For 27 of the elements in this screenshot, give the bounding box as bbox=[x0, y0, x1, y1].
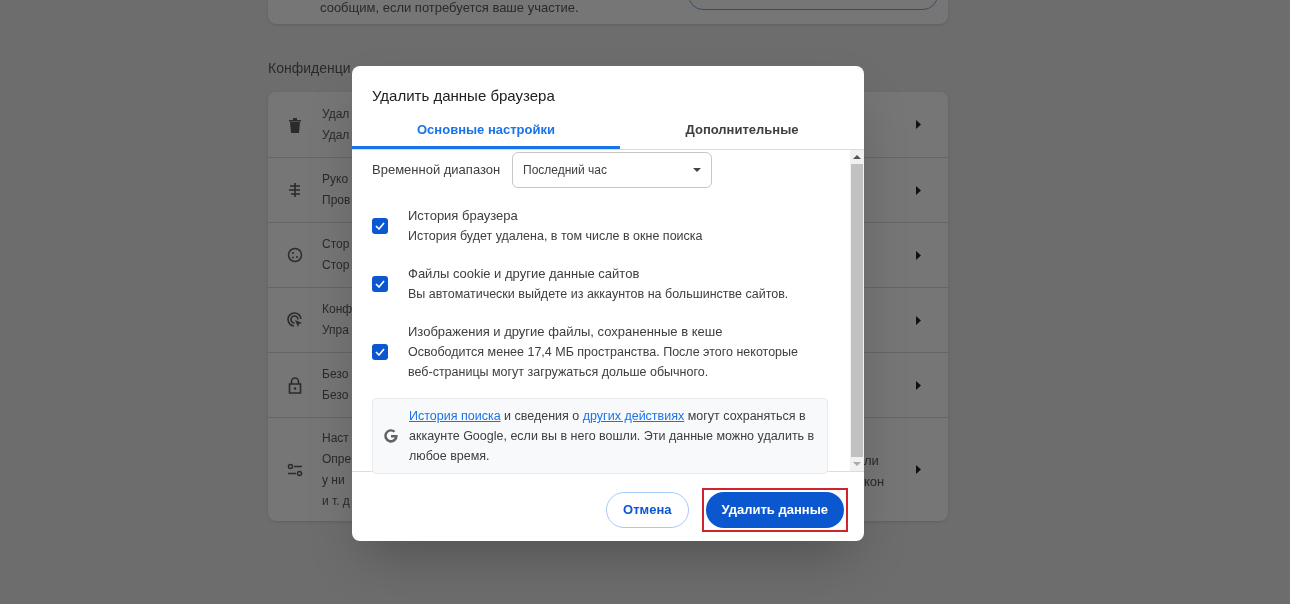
option-title: Файлы cookie и другие данные сайтов bbox=[408, 265, 641, 283]
option-description: Освободится менее 17,4 МБ пространства. После этого некоторые веб-страницы могут загружаться дольше обычного. bbox=[408, 344, 799, 381]
row-text: Удал bbox=[322, 105, 350, 123]
dialog-title: Удалить данные браузера bbox=[372, 87, 555, 104]
row-text: ли bbox=[864, 452, 880, 470]
row-text: Упра bbox=[322, 322, 350, 339]
row-text: Конф bbox=[322, 301, 353, 318]
row-text: Удал bbox=[322, 126, 350, 144]
row-text: и т. д bbox=[322, 492, 351, 510]
option-title: Изображения и другие файлы, сохраненные в кеше bbox=[408, 323, 724, 341]
row-text: Опре bbox=[322, 450, 352, 468]
row-text: Безо bbox=[322, 387, 349, 404]
card-text: сообщим, если потребуется ваше участие. bbox=[320, 0, 579, 17]
row-text: кон bbox=[864, 473, 885, 491]
row-text: Руко bbox=[322, 171, 350, 188]
field-label: Временной диапазон bbox=[372, 161, 502, 180]
row-text: Стор bbox=[322, 236, 350, 253]
option-description: Вы автоматически выйдете из аккаунтов на большинстве сайтов. bbox=[408, 286, 790, 303]
row-text: Наст bbox=[322, 429, 350, 447]
option-title: История браузера bbox=[408, 207, 519, 225]
row-text: у ни bbox=[322, 471, 346, 489]
info-text: История поиска и сведения о других действиях могут сохраняться в аккаунте Google, если вы в него вошли. Эти данные можно удалить в любое время. bbox=[409, 408, 816, 465]
section-heading: Конфиденци bbox=[268, 59, 352, 76]
row-text: Пров bbox=[322, 192, 351, 209]
option-description: История будет удалена, в том числе в окне поиска bbox=[408, 228, 704, 245]
row-text: Стор bbox=[322, 257, 350, 274]
row-text: Безо bbox=[322, 366, 349, 383]
